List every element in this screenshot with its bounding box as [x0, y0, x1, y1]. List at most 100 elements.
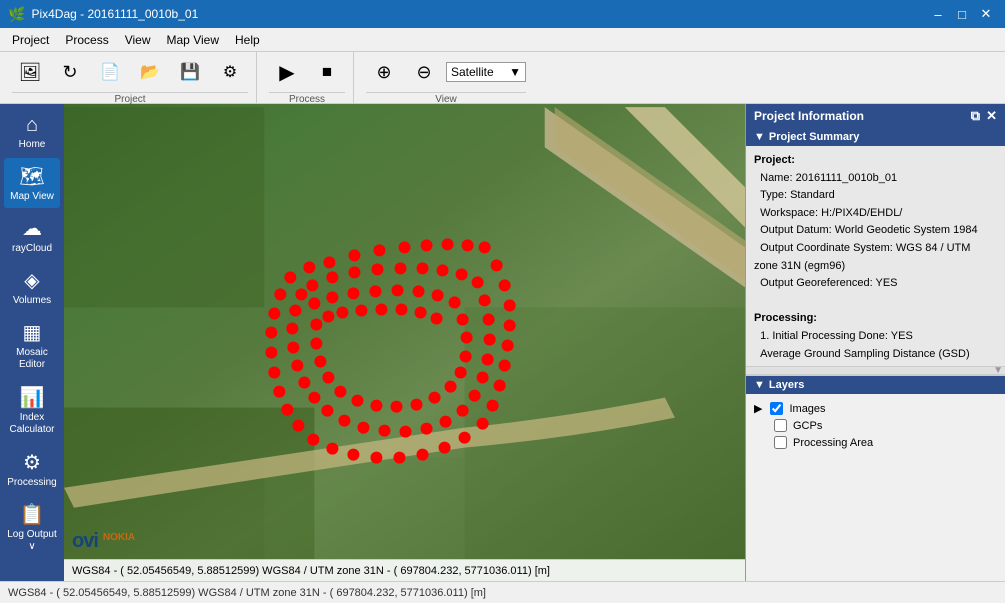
- toolbar-refresh[interactable]: ↻: [52, 52, 88, 92]
- status-bar: WGS84 - ( 52.05456549, 5.88512599) WGS84…: [0, 581, 1005, 603]
- project-summary-header[interactable]: ▼ Project Summary: [746, 128, 1005, 146]
- panel-close-button[interactable]: ✕: [986, 108, 997, 124]
- toolbar-process-group: ▶ ⏹ Process: [261, 52, 354, 103]
- georef-row: Output Georeferenced: YES: [754, 275, 997, 293]
- toolbar: 🖼 ↻ 📄 📂 💾 ⚙ Project: [0, 52, 1005, 104]
- maximize-button[interactable]: □: [951, 4, 973, 24]
- toolbar-zoom-in[interactable]: ⊕: [366, 52, 402, 92]
- layer-images-checkbox[interactable]: [770, 402, 783, 415]
- layer-item-gcps: GCPs: [754, 417, 997, 434]
- sidebar-mosaic-label: MosaicEditor: [16, 347, 48, 371]
- datum-value: World Geodetic System 1984: [835, 224, 978, 236]
- name-value: 20161111_0010b_01: [796, 172, 898, 184]
- workspace-row: Workspace: H:/PIX4D/EHDL/: [754, 205, 997, 223]
- proc-item-0: 1. Initial Processing Done: YES: [754, 328, 997, 346]
- layers-collapse-icon: ▼: [754, 379, 765, 391]
- scrollbar-area[interactable]: ▼: [746, 367, 1005, 375]
- toolbar-project-group: 🖼 ↻ 📄 📂 💾 ⚙ Project: [4, 52, 257, 103]
- layer-procarea-checkbox[interactable]: [774, 436, 787, 449]
- close-button[interactable]: ✕: [975, 4, 997, 24]
- sidebar-volumes-label: Volumes: [13, 295, 51, 306]
- window-controls: – □ ✕: [927, 4, 997, 24]
- log-expand-icon: ∨: [28, 541, 35, 552]
- toolbar-settings[interactable]: ⚙: [212, 52, 248, 92]
- layers-section: ▼ Layers ▶ Images GCPs Processing Area: [746, 375, 1005, 457]
- right-panel: Project Information ⧉ ✕ ▼ Project Summar…: [745, 104, 1005, 581]
- proc-item-0-text: 1. Initial Processing Done: YES: [760, 330, 913, 342]
- satellite-label: Satellite: [451, 65, 494, 79]
- coord-row: Output Coordinate System: WGS 84 / UTM z…: [754, 240, 997, 275]
- left-sidebar: ⌂ Home 🗺 Map View ☁ rayCloud ◈ Volumes ▦…: [0, 104, 64, 581]
- datum-label: Output Datum:: [760, 224, 832, 236]
- project-summary-section: ▼ Project Summary Project: Name: 2016111…: [746, 128, 1005, 367]
- sidebar-item-logoutput[interactable]: 📋 Log Output ∨: [4, 496, 60, 558]
- menu-view[interactable]: View: [117, 31, 159, 49]
- map-coords-bar: WGS84 - ( 52.05456549, 5.88512599) WGS84…: [64, 559, 745, 581]
- layers-content: ▶ Images GCPs Processing Area: [746, 394, 1005, 457]
- minimize-button[interactable]: –: [927, 4, 949, 24]
- sidebar-item-volumes[interactable]: ◈ Volumes: [4, 262, 60, 312]
- sidebar-item-mapview[interactable]: 🗺 Map View: [4, 158, 60, 208]
- panel-detach-button[interactable]: ⧉: [971, 108, 980, 124]
- toolbar-new-file[interactable]: 📄: [92, 52, 128, 92]
- menu-mapview[interactable]: Map View: [159, 31, 227, 49]
- index-icon: 📊: [20, 385, 45, 410]
- sidebar-home-label: Home: [19, 139, 46, 150]
- georef-value: YES: [876, 277, 898, 289]
- toolbar-save[interactable]: 💾: [172, 52, 208, 92]
- project-summary-content: Project: Name: 20161111_0010b_01 Type: S…: [746, 146, 1005, 366]
- layer-images-label: Images: [789, 403, 825, 415]
- name-row: Name: 20161111_0010b_01: [754, 170, 997, 188]
- toolbar-open[interactable]: 📂: [132, 52, 168, 92]
- menu-process[interactable]: Process: [57, 31, 116, 49]
- workspace-label: Workspace:: [760, 207, 818, 219]
- layer-item-images: ▶ Images: [754, 400, 997, 417]
- layer-expand-icon[interactable]: ▶: [754, 402, 762, 415]
- panel-header: Project Information ⧉ ✕: [746, 104, 1005, 128]
- layer-gcps-checkbox[interactable]: [774, 419, 787, 432]
- title-bar: 🌿 Pix4Dag - 20161111_0010b_01 – □ ✕: [0, 0, 1005, 28]
- layers-title: Layers: [769, 379, 804, 391]
- sidebar-item-index[interactable]: 📊 IndexCalculator: [4, 379, 60, 442]
- toolbar-zoom-out[interactable]: ⊖: [406, 52, 442, 92]
- map-overlay: [64, 104, 745, 581]
- toolbar-view-group: ⊕ ⊖ Satellite ▼ View: [358, 52, 534, 103]
- layer-item-processing-area: Processing Area: [754, 434, 997, 451]
- sidebar-item-processing[interactable]: ⚙ Processing: [4, 444, 60, 494]
- menu-help[interactable]: Help: [227, 31, 268, 49]
- layer-gcps-label: GCPs: [793, 420, 822, 432]
- name-label: Name:: [760, 172, 792, 184]
- cloud-icon: ☁: [22, 216, 42, 241]
- map-icon: 🗺: [19, 164, 44, 189]
- project-field-label: Project:: [754, 154, 795, 166]
- type-value: Standard: [790, 189, 835, 201]
- map-area[interactable]: ovi NOKIA WGS84 - ( 52.05456549, 5.88512…: [64, 104, 745, 581]
- processing-icon: ⚙: [23, 450, 41, 475]
- panel-title: Project Information: [754, 109, 864, 123]
- ovi-logo: ovi NOKIA: [72, 530, 135, 553]
- sidebar-item-home[interactable]: ⌂ Home: [4, 108, 60, 156]
- toolbar-stop[interactable]: ⏹: [309, 52, 345, 92]
- sidebar-raycloud-label: rayCloud: [12, 243, 52, 254]
- layer-procarea-label: Processing Area: [793, 437, 873, 449]
- coord-label: Output Coordinate System:: [760, 242, 893, 254]
- type-row: Type: Standard: [754, 187, 997, 205]
- layers-header[interactable]: ▼ Layers: [746, 376, 1005, 394]
- coordinates-text: WGS84 - ( 52.05456549, 5.88512599) WGS84…: [72, 565, 550, 577]
- collapse-icon: ▼: [754, 131, 765, 143]
- georef-label: Output Georeferenced:: [760, 277, 873, 289]
- sidebar-item-raycloud[interactable]: ☁ rayCloud: [4, 210, 60, 260]
- toolbar-play[interactable]: ▶: [269, 52, 305, 92]
- satellite-dropdown[interactable]: Satellite ▼: [446, 62, 526, 82]
- sidebar-item-mosaic[interactable]: ▦ MosaicEditor: [4, 314, 60, 377]
- mosaic-icon: ▦: [23, 320, 42, 345]
- menu-bar: Project Process View Map View Help: [0, 28, 1005, 52]
- home-icon: ⌂: [26, 114, 38, 137]
- sidebar-log-label: Log Output: [7, 529, 56, 541]
- type-label: Type:: [760, 189, 787, 201]
- toolbar-new-project[interactable]: 🖼: [12, 52, 48, 92]
- menu-project[interactable]: Project: [4, 31, 57, 49]
- datum-row: Output Datum: World Geodetic System 1984: [754, 222, 997, 240]
- sidebar-index-label: IndexCalculator: [9, 412, 54, 436]
- log-icon: 📋: [20, 502, 45, 527]
